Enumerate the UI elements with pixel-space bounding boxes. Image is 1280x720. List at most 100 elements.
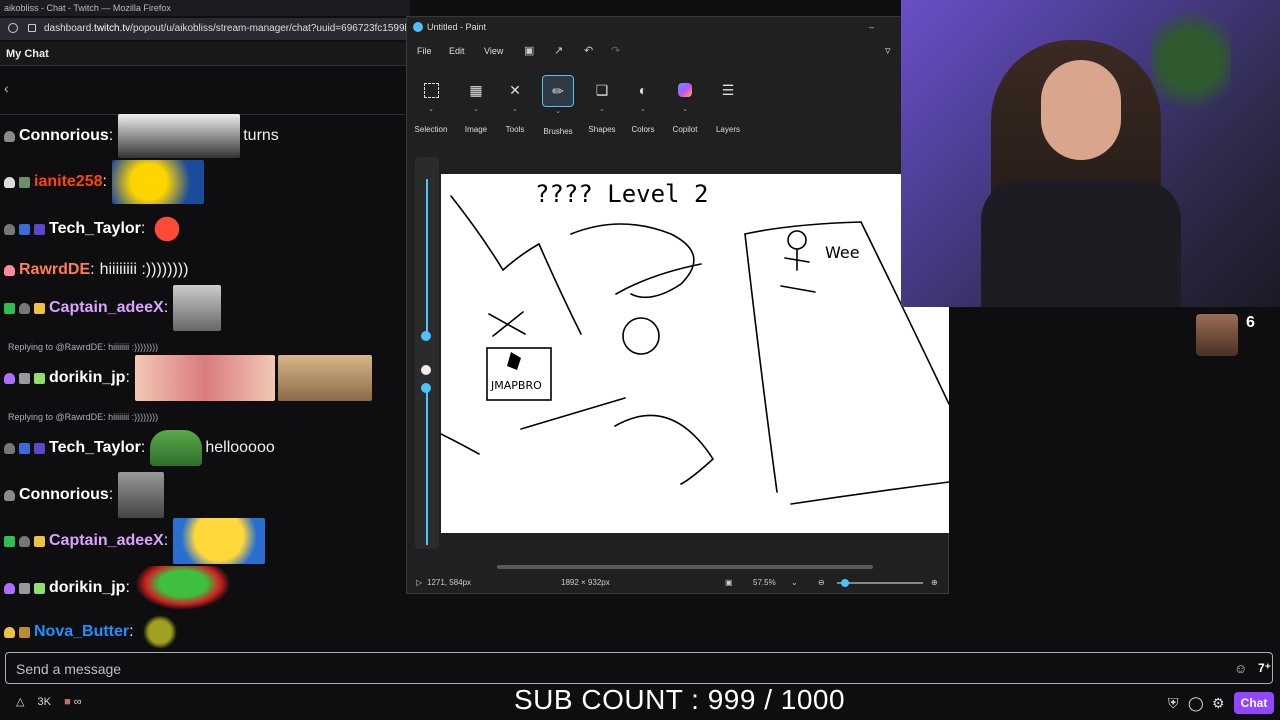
tool-tools[interactable]: ✕ ⌄ Tools bbox=[493, 75, 537, 135]
emote-image[interactable] bbox=[277, 355, 372, 401]
reply-context[interactable]: Replying to @RawrdDE: hiiiiiiii :)))))))… bbox=[8, 412, 158, 422]
gear-icon[interactable]: ⚙ bbox=[1212, 695, 1225, 712]
palette-icon: ◐ bbox=[638, 82, 648, 98]
chat-send-button[interactable]: Chat bbox=[1234, 692, 1274, 714]
bike-icon[interactable]: ◯ bbox=[1188, 695, 1204, 712]
emote-image[interactable] bbox=[150, 430, 203, 466]
chat-username[interactable]: Captain_adeeX bbox=[49, 299, 164, 317]
zoom-level[interactable]: 57.5% bbox=[753, 573, 776, 593]
badge-icon bbox=[34, 223, 45, 235]
tool-label: Shapes bbox=[588, 125, 616, 134]
zoom-slider-handle[interactable] bbox=[841, 579, 849, 587]
emote-image[interactable] bbox=[111, 160, 204, 204]
chat-message: Nova_Butter: bbox=[0, 612, 400, 652]
tool-label: Brushes bbox=[543, 127, 573, 136]
channel-points[interactable]: △ 3K ■ ∞ bbox=[16, 695, 82, 708]
chat-username[interactable]: dorikin_jp bbox=[49, 369, 125, 387]
tool-copilot[interactable]: ⌄ Copilot bbox=[663, 75, 707, 134]
zoom-out-icon[interactable]: ⊖ bbox=[818, 573, 825, 593]
site-info-icon[interactable] bbox=[8, 23, 18, 33]
colon: : bbox=[163, 532, 169, 549]
chat-username[interactable]: Nova_Butter bbox=[34, 623, 129, 641]
url-text: dashboard.twitch.tv/popout/u/aikobliss/s… bbox=[44, 23, 433, 34]
zoom-in-icon[interactable]: ⊕ bbox=[931, 573, 938, 593]
chevron-down-icon[interactable]: ⌄ bbox=[791, 573, 798, 593]
back-arrow-icon[interactable]: ‹ bbox=[4, 80, 9, 96]
chat-message: Captain_adeeX: bbox=[0, 518, 400, 564]
tool-brushes[interactable]: ✏ ⌄ Brushes bbox=[536, 75, 580, 136]
streamer-face bbox=[1041, 60, 1121, 160]
chat-message-text: hiiiiiiii :)))))))) bbox=[99, 261, 189, 278]
doodle-text: JMAPBRO bbox=[490, 379, 542, 392]
chat-username[interactable]: dorikin_jp bbox=[49, 579, 125, 597]
colon: : bbox=[129, 623, 134, 640]
chat-username[interactable]: Connorious bbox=[19, 127, 109, 145]
shield-icon[interactable]: ⛨ bbox=[1168, 695, 1179, 712]
opacity-slider-handle[interactable] bbox=[421, 383, 431, 393]
tool-shapes[interactable]: ❑ ⌄ Shapes bbox=[580, 75, 624, 135]
seven-tv-icon[interactable]: 7⁺ bbox=[1258, 661, 1271, 675]
share-icon[interactable]: ↗ bbox=[554, 45, 563, 57]
chat-message: ianite258: bbox=[0, 160, 400, 204]
emote-picker-icon[interactable]: ☺ bbox=[1234, 661, 1247, 676]
prediction-icon: ■ bbox=[64, 696, 71, 708]
save-icon[interactable]: ▣ bbox=[524, 45, 534, 57]
chat-message: Connorious: bbox=[0, 472, 400, 518]
sub-badge-icon bbox=[4, 489, 15, 501]
reply-context[interactable]: Replying to @RawrdDE: hiiiiiiii :)))))))… bbox=[8, 342, 158, 352]
tool-layers[interactable]: ☰ Layers bbox=[706, 75, 750, 135]
chat-username[interactable]: Tech_Taylor bbox=[49, 439, 141, 457]
lock-icon[interactable] bbox=[28, 24, 36, 32]
minimize-icon[interactable]: – bbox=[869, 17, 874, 37]
chevron-down-icon: ⌄ bbox=[599, 106, 605, 113]
emote-image[interactable] bbox=[134, 355, 275, 401]
chat-message-text: hellooooo bbox=[205, 439, 275, 456]
emote-image[interactable] bbox=[118, 472, 165, 518]
emote-image[interactable] bbox=[138, 613, 181, 651]
fit-to-window-icon[interactable]: ▣ bbox=[725, 573, 733, 593]
drawing-canvas[interactable]: ???? Level 2 Wee JMAPBRO bbox=[441, 174, 949, 533]
chat-message: Captain_adeeX: bbox=[0, 285, 400, 331]
zoom-slider[interactable] bbox=[837, 582, 923, 584]
crown-badge-icon bbox=[34, 535, 45, 547]
chat-username[interactable]: ianite258 bbox=[34, 173, 102, 191]
tool-label: Tools bbox=[505, 125, 525, 134]
emote-image[interactable] bbox=[134, 566, 231, 610]
horizontal-scrollbar[interactable] bbox=[497, 565, 873, 569]
chat-username[interactable]: RawrdDE bbox=[19, 261, 90, 279]
sub-badge-icon bbox=[19, 302, 30, 314]
chevron-down-icon: ⌄ bbox=[512, 106, 518, 113]
emote-image[interactable] bbox=[173, 285, 222, 331]
sub-badge-icon bbox=[4, 582, 15, 594]
emote-image[interactable] bbox=[118, 114, 241, 158]
menu-file[interactable]: File bbox=[417, 39, 432, 63]
undo-icon[interactable]: ↶ bbox=[584, 45, 593, 57]
url-bar[interactable]: dashboard.twitch.tv/popout/u/aikobliss/s… bbox=[0, 18, 432, 40]
chevron-down-icon: ⌄ bbox=[640, 106, 646, 113]
tool-image[interactable]: ▦ ⌄ Image bbox=[454, 75, 498, 135]
tools-icon: ✕ bbox=[509, 81, 521, 98]
paint-ribbon: ⌄ Selection ▦ ⌄ Image ✕ ⌄ Tools ✏ ⌄ Brus… bbox=[407, 67, 948, 147]
chat-input[interactable] bbox=[14, 659, 1198, 679]
tool-label: Layers bbox=[715, 125, 740, 134]
canvas-size: 1892 × 932px bbox=[561, 578, 610, 587]
tool-selection[interactable]: ⌄ Selection bbox=[409, 75, 453, 134]
emote-image[interactable] bbox=[150, 212, 185, 246]
cursor-icon: ▷ bbox=[416, 578, 423, 587]
opacity-slider-fill[interactable] bbox=[426, 385, 428, 545]
redo-icon[interactable]: ↷ bbox=[611, 45, 620, 57]
size-slider-handle[interactable] bbox=[421, 331, 431, 341]
chevron-down-icon: ⌄ bbox=[682, 106, 688, 113]
collapse-ribbon-icon[interactable]: ▿ bbox=[885, 45, 891, 57]
chat-input-box[interactable]: ☺ 7⁺ bbox=[5, 652, 1273, 684]
chevron-down-icon: ⌄ bbox=[473, 106, 479, 113]
emote-image[interactable] bbox=[173, 518, 266, 564]
sub-badge-icon bbox=[4, 130, 15, 142]
menu-edit[interactable]: Edit bbox=[449, 39, 465, 63]
tool-colors[interactable]: ◐ ⌄ Colors bbox=[621, 75, 665, 134]
copilot-icon bbox=[670, 75, 700, 105]
chat-username[interactable]: Tech_Taylor bbox=[49, 220, 141, 238]
chat-username[interactable]: Captain_adeeX bbox=[49, 532, 164, 550]
chat-username[interactable]: Connorious bbox=[19, 486, 109, 504]
menu-view[interactable]: View bbox=[484, 39, 503, 63]
